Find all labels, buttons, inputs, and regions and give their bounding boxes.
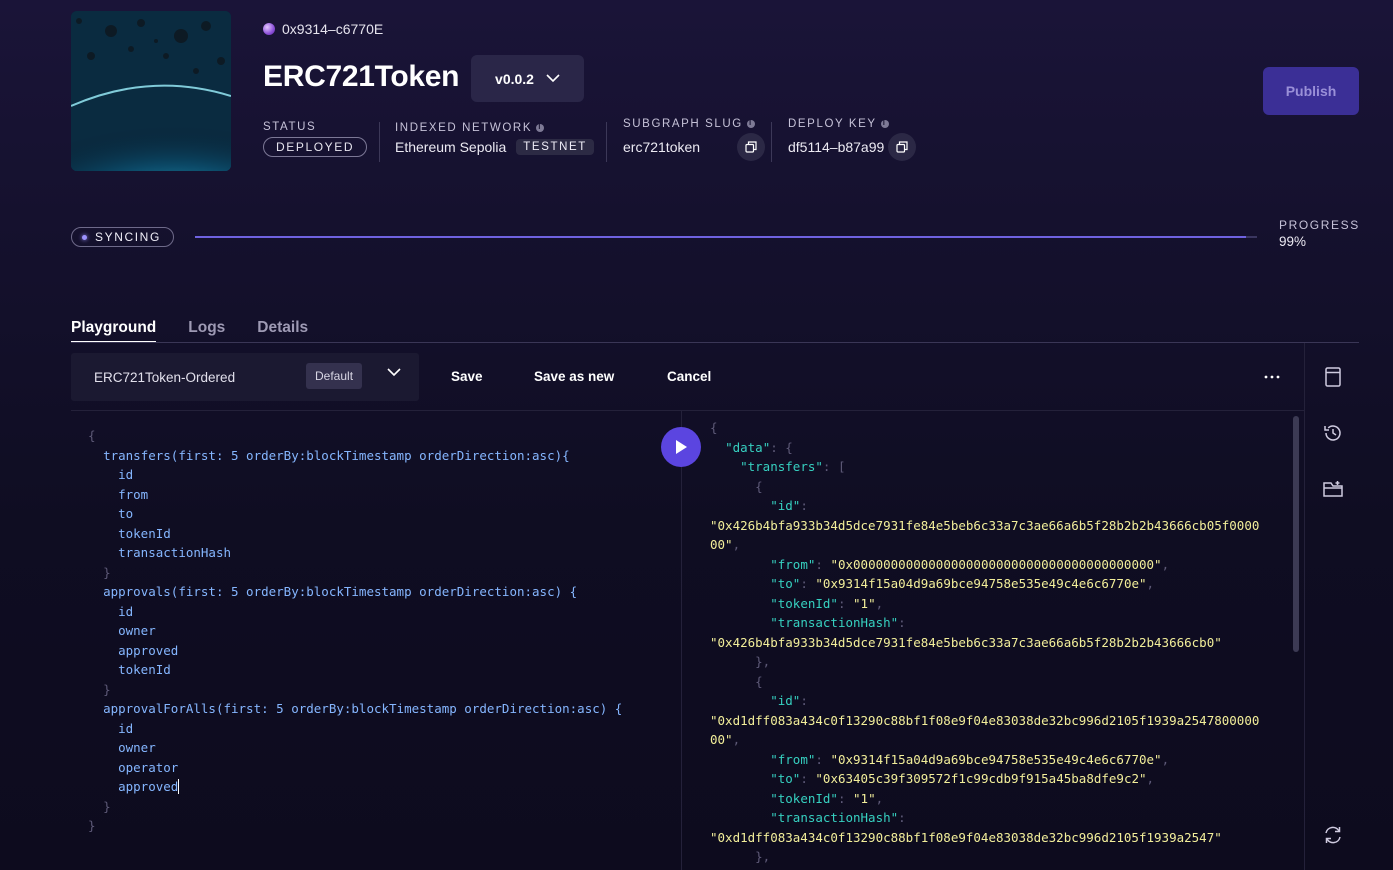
result-value: "0x0000000000000000000000000000000000000… <box>830 556 1162 572</box>
copy-slug-button[interactable] <box>737 133 765 161</box>
query-field: from <box>118 486 149 502</box>
info-icon[interactable]: i <box>880 120 889 128</box>
result-value: "0x426b4bfa933b34d5dce7931fe84e5beb6c33a… <box>710 517 1260 533</box>
version-dropdown[interactable]: v0.0.2 <box>471 55 584 102</box>
query-field: id <box>118 467 134 482</box>
query-editor[interactable]: { transfers(first: 5 orderBy:blockTimest… <box>88 426 622 836</box>
result-value: "1" <box>853 790 876 806</box>
slug-value: erc721token <box>623 139 701 155</box>
query-selector[interactable]: ERC721Token-Ordered Default <box>71 353 419 401</box>
address-text: 0x9314–c6770E <box>282 21 384 37</box>
query-field: id <box>118 603 134 619</box>
divider <box>606 122 607 162</box>
status-block: STATUS DEPLOYED <box>263 121 368 157</box>
divider <box>379 122 380 162</box>
progress-bar <box>195 236 1257 238</box>
status-badge: DEPLOYED <box>263 137 368 157</box>
run-query-button[interactable] <box>661 427 701 467</box>
more-options-icon[interactable] <box>1264 369 1280 385</box>
sync-status-badge: SYNCING <box>71 227 174 247</box>
chevron-down-icon <box>546 74 560 83</box>
query-field: tokenId <box>118 525 171 541</box>
status-label: STATUS <box>263 121 317 133</box>
text-cursor <box>178 779 180 794</box>
tab-playground[interactable]: Playground <box>71 319 157 343</box>
sync-dot-icon <box>82 234 87 240</box>
page-title: ERC721Token <box>263 60 460 93</box>
bookmark-icon[interactable] <box>1322 366 1344 388</box>
version-label: v0.0.2 <box>495 70 534 87</box>
network-block: INDEXED NETWORK i Ethereum Sepolia TESTNE… <box>395 122 594 155</box>
result-value: "0x63405c39f309572f1c99cdb9f915a45ba8dfe… <box>815 771 1147 786</box>
divider <box>771 122 772 162</box>
query-approvals-block: approvals(first: 5 orderBy:blockTimestam… <box>103 584 578 599</box>
testnet-badge: TESTNET <box>516 139 594 155</box>
sync-status-text: SYNCING <box>95 230 161 244</box>
save-button[interactable]: Save <box>451 369 483 384</box>
query-field: approved <box>118 779 179 794</box>
result-value: "1" <box>853 595 876 611</box>
result-value: "0x9314f15a04d9a69bce94758e535e49c4e6c67… <box>815 576 1147 591</box>
publish-button[interactable]: Publish <box>1263 67 1359 115</box>
result-value: "0x426b4bfa933b34d5dce7931fe84e5beb6c33a… <box>710 634 1222 650</box>
query-name: ERC721Token-Ordered <box>94 369 236 385</box>
network-gem-icon <box>263 23 275 35</box>
network-label: INDEXED NETWORK <box>395 122 533 134</box>
query-field: id <box>118 720 134 736</box>
default-badge: Default <box>306 363 363 389</box>
copy-deploy-key-button[interactable] <box>888 133 917 161</box>
contract-address: 0x9314–c6770E <box>263 21 383 37</box>
query-field: operator <box>118 759 179 775</box>
folder-add-icon[interactable] <box>1322 478 1344 500</box>
deploy-key-block: DEPLOY KEY i df5114–b87a99 <box>788 118 917 161</box>
network-name: Ethereum Sepolia <box>395 139 507 155</box>
result-value: "0xd1dff083a434c0f13290c88bf1f08e9f04e83… <box>710 829 1222 845</box>
result-value: "0xd1dff083a434c0f13290c88bf1f08e9f04e83… <box>710 712 1260 728</box>
query-field: owner <box>118 623 156 638</box>
query-field: tokenId <box>118 662 171 677</box>
history-icon[interactable] <box>1322 422 1344 444</box>
play-icon <box>676 440 687 454</box>
info-icon[interactable]: i <box>746 120 755 128</box>
query-field: to <box>118 506 134 521</box>
progress-label: PROGRESS <box>1279 218 1359 232</box>
result-scrollbar[interactable] <box>1293 416 1299 652</box>
tabs-divider <box>71 342 1359 343</box>
query-transfers-block: transfers(first: 5 orderBy:blockTimestam… <box>103 447 570 463</box>
editor-column-divider <box>681 410 682 870</box>
deploy-key-value: df5114–b87a99 <box>788 139 885 155</box>
query-field: transactionHash <box>118 545 231 560</box>
slug-label: SUBGRAPH SLUG <box>623 118 743 130</box>
subgraph-image <box>71 11 231 171</box>
copy-icon <box>745 141 757 153</box>
tab-bar: Playground Logs Details <box>71 319 308 343</box>
query-field: owner <box>118 740 156 755</box>
tab-details[interactable]: Details <box>257 319 308 337</box>
result-viewer: { "data": { "transfers": [ { "id": "0x42… <box>710 420 1260 864</box>
refresh-icon[interactable] <box>1322 824 1344 846</box>
result-value: 00" <box>710 537 733 552</box>
result-value: 00" <box>710 732 733 747</box>
chevron-down-icon[interactable] <box>387 368 401 377</box>
result-value: "0x9314f15a04d9a69bce94758e535e49c4e6c67… <box>830 751 1162 767</box>
deploy-key-label: DEPLOY KEY <box>788 118 877 130</box>
query-approvalforalls-block: approvalForAlls(first: 5 orderBy:blockTi… <box>103 701 623 716</box>
tab-logs[interactable]: Logs <box>188 319 225 337</box>
copy-icon <box>896 141 908 153</box>
sidebar-divider <box>1304 343 1305 870</box>
slug-block: SUBGRAPH SLUG i erc721token <box>623 118 765 161</box>
editor-divider <box>71 410 1304 411</box>
progress-value: 99% <box>1279 234 1307 249</box>
cancel-button[interactable]: Cancel <box>667 369 711 384</box>
progress-bar-fill <box>195 236 1247 238</box>
query-field: approved <box>118 642 179 658</box>
info-icon[interactable]: i <box>536 124 545 132</box>
save-as-new-button[interactable]: Save as new <box>534 369 614 384</box>
